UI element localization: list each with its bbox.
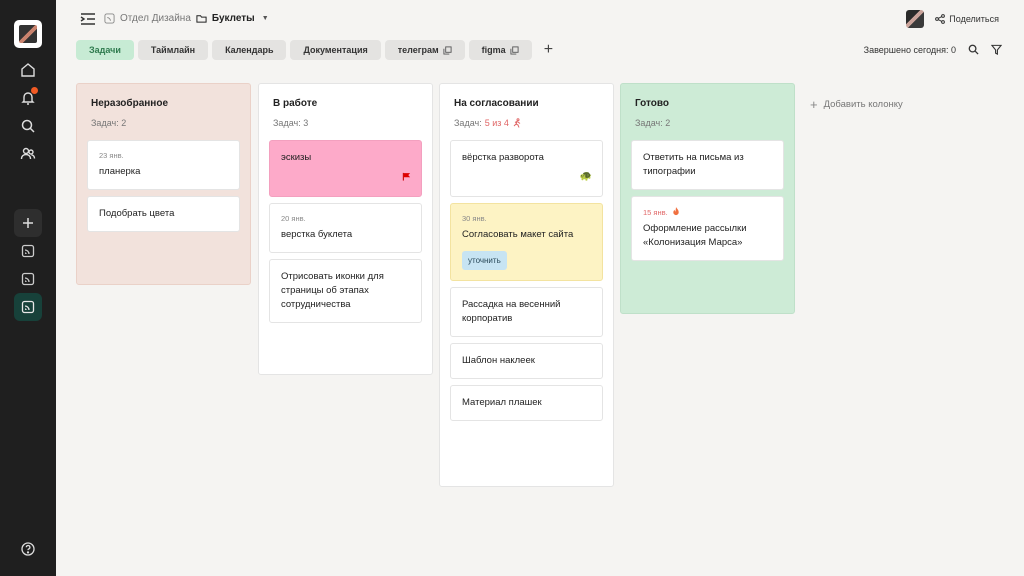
workspace-logo[interactable] <box>14 20 42 48</box>
task-card[interactable]: Ответить на письма из типографии <box>631 140 784 190</box>
turtle-icon: 🐢 <box>579 171 592 182</box>
task-count: Задач: 2 <box>91 118 240 128</box>
count-text: Задач: <box>454 118 482 128</box>
count-text: Задач: 3 <box>273 118 309 128</box>
add-column-button[interactable]: + Добавить колонку <box>810 97 903 112</box>
card-tag[interactable]: уточнить <box>462 251 507 270</box>
add-column-label: Добавить колонку <box>823 99 903 110</box>
card-title: верстка буклета <box>281 229 353 240</box>
plus-icon: + <box>810 97 818 112</box>
breadcrumb-parent[interactable]: Отдел Дизайна <box>120 13 191 24</box>
task-card[interactable]: Подобрать цвета <box>87 196 240 232</box>
tab-label: телеграм <box>397 45 439 55</box>
column-approval: На согласовании Задач: 5 из 4 вёрстка ра… <box>439 83 614 487</box>
breadcrumb-current[interactable]: Буклеты <box>212 13 255 24</box>
tab-telegram[interactable]: телеграм <box>384 40 465 60</box>
tab-documentation[interactable]: Документация <box>290 40 381 60</box>
flag-icon <box>402 172 411 181</box>
bell-icon[interactable] <box>14 84 42 112</box>
notification-dot <box>31 87 38 94</box>
task-card[interactable]: 23 янв. планерка <box>87 140 240 190</box>
task-card[interactable]: 15 янв. Оформление рассылки «Колонизация… <box>631 196 784 261</box>
share-label: Поделиться <box>949 14 999 24</box>
card-title: Ответить на письма из типографии <box>643 152 744 177</box>
board-icon <box>104 13 115 24</box>
plus-icon[interactable] <box>14 209 42 237</box>
column-done: Готово Задач: 2 Ответить на письма из ти… <box>620 83 795 314</box>
card-title: вёрстка разворота <box>462 152 544 163</box>
tab-calendar[interactable]: Календарь <box>212 40 287 60</box>
overload-icon <box>513 118 521 128</box>
column-title: На согласовании <box>454 98 539 109</box>
users-icon[interactable] <box>14 140 42 168</box>
task-count: Задач: 3 <box>273 118 422 128</box>
fire-icon <box>673 207 679 216</box>
share-button[interactable]: Поделиться <box>935 14 999 24</box>
external-link-icon <box>443 45 452 55</box>
collapse-sidebar-icon[interactable] <box>80 12 96 26</box>
home-icon[interactable] <box>14 56 42 84</box>
task-card[interactable]: Шаблон наклеек <box>450 343 603 379</box>
search-icon[interactable] <box>968 44 979 55</box>
task-count: Задач: 5 из 4 <box>454 118 603 128</box>
completed-today: Завершено сегодня: 0 <box>863 44 956 55</box>
card-date-overdue: 15 янв. <box>643 207 772 217</box>
external-link-icon <box>510 45 519 55</box>
count-over-limit: 5 из 4 <box>484 118 509 128</box>
column-title: Неразобранное <box>91 98 169 109</box>
column-in-progress: В работе Задач: 3 эскизы 20 янв. верстка… <box>258 83 433 375</box>
app-sidebar <box>0 0 56 576</box>
tab-label: Таймлайн <box>150 45 196 55</box>
filter-icon[interactable] <box>991 44 1002 55</box>
help-icon[interactable] <box>14 535 42 563</box>
add-tab-button[interactable]: + <box>544 42 553 58</box>
card-title: Согласовать макет сайта <box>462 229 574 240</box>
card-date: 20 янв. <box>281 214 306 223</box>
card-title: Подобрать цвета <box>99 208 175 219</box>
tab-label: Задачи <box>89 45 121 55</box>
board-toolbar: Завершено сегодня: 0 <box>864 44 1002 55</box>
card-title: эскизы <box>281 152 312 163</box>
column-title: В работе <box>273 98 318 109</box>
view-tabs: Задачи Таймлайн Календарь Документация т… <box>76 40 553 60</box>
chevron-down-icon[interactable]: ▼ <box>262 15 269 22</box>
card-title: Оформление рассылки «Колонизация Марса» <box>643 223 747 248</box>
tab-timeline[interactable]: Таймлайн <box>137 40 209 60</box>
tab-label: Документация <box>303 45 368 55</box>
tab-label: Календарь <box>225 45 274 55</box>
count-text: Задач: 2 <box>635 118 671 128</box>
card-title: Материал плашек <box>462 397 542 408</box>
task-card[interactable]: 20 янв. верстка буклета <box>269 203 422 253</box>
board-icon[interactable] <box>14 237 42 265</box>
task-count: Задач: 2 <box>635 118 784 128</box>
search-icon[interactable] <box>14 112 42 140</box>
share-icon <box>935 14 946 24</box>
task-card[interactable]: эскизы <box>269 140 422 197</box>
card-title: планерка <box>99 166 141 177</box>
board-icon-active[interactable] <box>14 293 42 321</box>
task-card[interactable]: Отрисовать иконки для страницы об этапах… <box>269 259 422 323</box>
task-card[interactable]: Рассадка на весенний корпоратив <box>450 287 603 337</box>
board-icon[interactable] <box>14 265 42 293</box>
card-title: Рассадка на весенний корпоратив <box>462 299 561 324</box>
card-title: Отрисовать иконки для страницы об этапах… <box>281 271 384 310</box>
card-title: Шаблон наклеек <box>462 355 535 366</box>
folder-icon <box>196 15 207 23</box>
task-card[interactable]: вёрстка разворота 🐢 <box>450 140 603 197</box>
card-date: 30 янв. <box>462 214 487 223</box>
count-text: Задач: 2 <box>91 118 127 128</box>
avatar[interactable] <box>906 10 924 28</box>
card-date: 15 янв. <box>643 208 668 217</box>
column-unsorted: Неразобранное Задач: 2 23 янв. планерка … <box>76 83 251 285</box>
breadcrumb: Отдел Дизайна Буклеты ▼ <box>104 13 269 24</box>
column-title: Готово <box>635 98 670 109</box>
task-card[interactable]: Материал плашек <box>450 385 603 421</box>
card-date: 23 янв. <box>99 151 124 160</box>
tab-label: figma <box>481 45 506 55</box>
tab-tasks[interactable]: Задачи <box>76 40 134 60</box>
tab-figma[interactable]: figma <box>468 40 532 60</box>
task-card[interactable]: 30 янв. Согласовать макет сайта уточнить <box>450 203 603 281</box>
